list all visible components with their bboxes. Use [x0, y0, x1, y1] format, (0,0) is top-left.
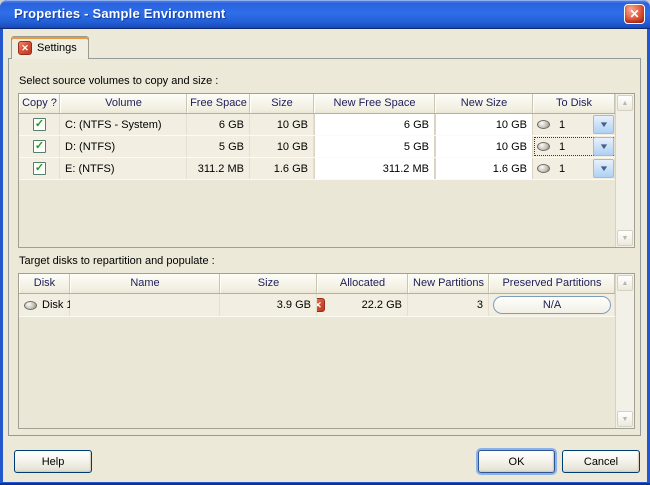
- settings-tab-label: Settings: [37, 42, 77, 54]
- new-size-field[interactable]: 10 GB: [435, 136, 533, 157]
- close-icon: ✕: [629, 7, 639, 21]
- target-table-header: Disk Name Size Allocated New Partitions …: [19, 274, 615, 294]
- ok-button[interactable]: OK: [478, 450, 555, 473]
- target-disks-table: Disk Name Size Allocated New Partitions …: [18, 273, 635, 429]
- table-row-disk-1: Disk 1 3.9 GB ✕ 22.2 GB 3 N/A: [19, 294, 615, 317]
- scroll-up-button[interactable]: ▲: [617, 275, 633, 291]
- table-row-volume-d: ✓ D: (NTFS) 5 GB 10 GB 5 GB 10 GB 1 ▼: [19, 136, 615, 158]
- column-header-preserved-partitions[interactable]: Preserved Partitions: [489, 274, 615, 294]
- title-bar[interactable]: Properties - Sample Environment ✕: [0, 0, 650, 29]
- to-disk-dropdown-button[interactable]: ▼: [593, 115, 614, 134]
- tab-settings[interactable]: ✕ Settings: [11, 36, 89, 59]
- size-cell: 1.6 GB: [250, 158, 314, 179]
- column-header-size[interactable]: Size: [250, 94, 314, 114]
- volume-cell: C: (NTFS - System): [60, 114, 187, 135]
- copy-cell: ✓: [19, 136, 60, 157]
- properties-dialog: Properties - Sample Environment ✕ ✕ Sett…: [0, 0, 650, 485]
- settings-page: Select source volumes to copy and size :…: [8, 58, 641, 436]
- chevron-down-icon: ▼: [598, 143, 609, 151]
- help-button[interactable]: Help: [14, 450, 92, 473]
- new-partitions-cell: 3: [408, 294, 489, 316]
- disk-cell: Disk 1: [19, 294, 70, 316]
- scroll-down-button[interactable]: ▼: [617, 230, 633, 246]
- check-icon: ✓: [35, 163, 44, 174]
- source-volumes-label: Select source volumes to copy and size :: [19, 75, 218, 87]
- scroll-down-icon: ▼: [622, 235, 629, 242]
- allocated-cell: ✕ 22.2 GB: [317, 294, 408, 316]
- copy-cell: ✓: [19, 158, 60, 179]
- source-table-scrollbar[interactable]: ▲ ▼: [615, 94, 634, 247]
- copy-checkbox[interactable]: ✓: [33, 140, 46, 153]
- window-title: Properties - Sample Environment: [14, 0, 225, 28]
- column-header-allocated[interactable]: Allocated: [317, 274, 408, 294]
- column-header-disk[interactable]: Disk: [19, 274, 70, 294]
- table-row-volume-c: ✓ C: (NTFS - System) 6 GB 10 GB 6 GB 10 …: [19, 114, 615, 136]
- scroll-down-icon: ▼: [622, 416, 629, 423]
- column-header-new-size[interactable]: New Size: [435, 94, 533, 114]
- source-table-header: Copy ? Volume Free Space Size New Free S…: [19, 94, 615, 114]
- source-volumes-table: Copy ? Volume Free Space Size New Free S…: [18, 93, 635, 248]
- new-free-space-field[interactable]: 5 GB: [314, 136, 435, 157]
- disk-label: Disk 1: [42, 299, 70, 311]
- to-disk-value: 1: [559, 119, 565, 131]
- scroll-down-button[interactable]: ▼: [617, 411, 633, 427]
- new-size-field[interactable]: 1.6 GB: [435, 158, 533, 179]
- column-header-copy[interactable]: Copy ?: [19, 94, 60, 114]
- close-button[interactable]: ✕: [624, 4, 645, 24]
- volume-cell: E: (NTFS): [60, 158, 187, 179]
- cancel-button[interactable]: Cancel: [562, 450, 640, 473]
- allocated-value: 22.2 GB: [362, 299, 402, 311]
- column-header-new-free-space[interactable]: New Free Space: [314, 94, 435, 114]
- scroll-up-button[interactable]: ▲: [617, 95, 633, 111]
- disk-icon: [537, 120, 550, 129]
- chevron-down-icon: ▼: [598, 165, 609, 173]
- to-disk-value: 1: [559, 163, 565, 175]
- new-size-field[interactable]: 10 GB: [435, 114, 533, 135]
- copy-checkbox[interactable]: ✓: [33, 162, 46, 175]
- check-icon: ✓: [35, 141, 44, 152]
- warning-icon: ✕: [317, 298, 325, 312]
- to-disk-dropdown-button[interactable]: ▼: [593, 159, 614, 178]
- column-header-free-space[interactable]: Free Space: [187, 94, 250, 114]
- column-header-new-partitions[interactable]: New Partitions: [408, 274, 489, 294]
- copy-checkbox[interactable]: ✓: [33, 118, 46, 131]
- scroll-up-icon: ▲: [622, 280, 629, 287]
- free-space-cell: 5 GB: [187, 136, 250, 157]
- column-header-volume[interactable]: Volume: [60, 94, 187, 114]
- new-free-space-field[interactable]: 6 GB: [314, 114, 435, 135]
- disk-icon: [24, 301, 37, 310]
- column-header-to-disk[interactable]: To Disk: [533, 94, 615, 114]
- to-disk-value: 1: [559, 141, 565, 153]
- disk-size-cell: 3.9 GB: [220, 294, 317, 316]
- to-disk-cell: 1 ▼: [533, 158, 615, 179]
- free-space-cell: 6 GB: [187, 114, 250, 135]
- chevron-down-icon: ▼: [598, 121, 609, 129]
- disk-icon: [537, 164, 550, 173]
- size-cell: 10 GB: [250, 136, 314, 157]
- size-cell: 10 GB: [250, 114, 314, 135]
- preserved-partitions-cell: N/A: [489, 294, 615, 316]
- new-free-space-field[interactable]: 311.2 MB: [314, 158, 435, 179]
- name-cell: [70, 294, 220, 316]
- table-row-volume-e: ✓ E: (NTFS) 311.2 MB 1.6 GB 311.2 MB 1.6…: [19, 158, 615, 180]
- disk-icon: [537, 142, 550, 151]
- scroll-up-icon: ▲: [622, 100, 629, 107]
- to-disk-dropdown-button[interactable]: ▼: [593, 137, 614, 156]
- free-space-cell: 311.2 MB: [187, 158, 250, 179]
- column-header-name[interactable]: Name: [70, 274, 220, 294]
- target-disks-label: Target disks to repartition and populate…: [19, 255, 215, 267]
- copy-cell: ✓: [19, 114, 60, 135]
- target-table-scrollbar[interactable]: ▲ ▼: [615, 274, 634, 428]
- column-header-size[interactable]: Size: [220, 274, 317, 294]
- volume-cell: D: (NTFS): [60, 136, 187, 157]
- to-disk-cell-focused: 1 ▼: [533, 136, 615, 157]
- check-icon: ✓: [35, 119, 44, 130]
- preserved-partitions-button[interactable]: N/A: [493, 296, 611, 314]
- settings-tab-icon: ✕: [18, 41, 32, 55]
- to-disk-cell: 1 ▼: [533, 114, 615, 135]
